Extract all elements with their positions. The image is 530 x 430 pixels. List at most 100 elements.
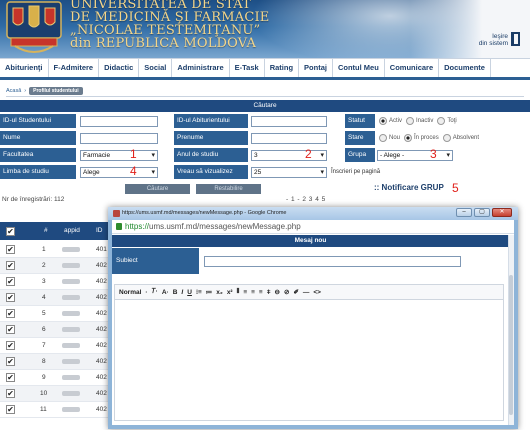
statut-toti-radio[interactable] bbox=[437, 117, 446, 125]
menu-item-e-task[interactable]: E-Task bbox=[230, 59, 265, 77]
table-row[interactable]: ✔ 4 402 bbox=[0, 290, 120, 306]
logout-icon[interactable] bbox=[511, 32, 520, 46]
appid-value bbox=[62, 295, 80, 300]
table-row[interactable]: ✔ 3 402 bbox=[0, 274, 120, 290]
main-menu: Abiturienţi F-Admitere Didactic Social A… bbox=[0, 58, 530, 80]
restabilire-button[interactable]: Restabilire bbox=[196, 184, 261, 194]
limba-de-studiu-select[interactable]: Alege bbox=[80, 167, 158, 178]
facultatea-select[interactable]: Farmacie bbox=[80, 150, 158, 161]
table-row[interactable]: ✔ 7 402 bbox=[0, 338, 120, 354]
cautare-button[interactable]: Căutare bbox=[125, 184, 190, 194]
popup-scrollbar[interactable] bbox=[508, 235, 514, 425]
strikethrough-icon[interactable]: ǂ bbox=[267, 289, 271, 296]
close-button[interactable]: ✕ bbox=[492, 208, 512, 217]
breadcrumb-home[interactable]: Acasă bbox=[6, 88, 21, 94]
stare-nou-label: Nou bbox=[389, 135, 401, 141]
row-checkbox[interactable]: ✔ bbox=[6, 245, 15, 254]
column-header-id[interactable]: ID bbox=[96, 222, 103, 240]
table-row[interactable]: ✔ 5 402 bbox=[0, 306, 120, 322]
minimize-button[interactable]: – bbox=[456, 208, 472, 217]
nume-input[interactable] bbox=[80, 133, 158, 144]
bold-icon[interactable]: B bbox=[173, 289, 178, 296]
statut-activ-radio[interactable] bbox=[379, 117, 387, 125]
notificare-grup-link[interactable]: :: Notificare GRUP bbox=[374, 183, 444, 192]
new-message-popup-window[interactable]: https://ums.usmf.md/messages/newMessage.… bbox=[108, 207, 518, 429]
records-per-page-select[interactable]: 25 bbox=[251, 167, 327, 178]
menu-item-abiturienti[interactable]: Abiturienţi bbox=[0, 59, 49, 77]
row-checkbox[interactable]: ✔ bbox=[6, 261, 15, 270]
table-row[interactable]: ✔ 1 401 bbox=[0, 242, 120, 258]
address-bar[interactable]: https://ums.usmf.md/messages/newMessage.… bbox=[112, 220, 514, 234]
id-abiturient-input[interactable] bbox=[251, 116, 327, 127]
row-checkbox[interactable]: ✔ bbox=[6, 309, 15, 318]
pagination[interactable]: - 1 - 2 3 4 5 bbox=[286, 196, 326, 203]
font-size-icon[interactable]: 𝑇· bbox=[152, 288, 158, 296]
row-checkbox[interactable]: ✔ bbox=[6, 389, 15, 398]
message-body-editor[interactable] bbox=[114, 300, 504, 421]
column-header-appid[interactable]: appid bbox=[64, 222, 80, 240]
link-icon[interactable]: ⊖ bbox=[275, 288, 280, 296]
id-student-input[interactable] bbox=[80, 116, 158, 127]
menu-item-social[interactable]: Social bbox=[139, 59, 173, 77]
row-number: 5 bbox=[42, 310, 46, 317]
table-row[interactable]: ✔ 6 402 bbox=[0, 322, 120, 338]
table-row[interactable]: ✔ 10 402 bbox=[0, 386, 120, 402]
menu-item-administrare[interactable]: Administrare bbox=[172, 59, 230, 77]
font-color-icon[interactable]: A· bbox=[162, 289, 169, 296]
ordered-list-icon[interactable]: ⁝≡ bbox=[196, 288, 202, 296]
align-left-icon[interactable]: ≡ bbox=[243, 289, 247, 296]
row-checkbox[interactable]: ✔ bbox=[6, 373, 15, 382]
logout-link[interactable]: Ieşire din sistem bbox=[479, 33, 508, 47]
subject-input[interactable] bbox=[204, 256, 461, 267]
align-center-icon[interactable]: ≡ bbox=[251, 289, 255, 296]
row-number: 11 bbox=[40, 406, 47, 413]
align-right-icon[interactable]: ≡ bbox=[259, 289, 263, 296]
grupa-select[interactable]: - Alege - bbox=[377, 150, 453, 161]
source-code-icon[interactable]: <> bbox=[313, 289, 321, 296]
row-checkbox[interactable]: ✔ bbox=[6, 405, 15, 414]
row-checkbox[interactable]: ✔ bbox=[6, 293, 15, 302]
format-select[interactable]: Normal bbox=[119, 289, 141, 296]
prenume-input[interactable] bbox=[251, 133, 327, 144]
superscript-icon[interactable]: x² bbox=[227, 289, 233, 296]
statut-inactiv-radio[interactable] bbox=[406, 117, 415, 125]
table-row[interactable]: ✔ 2 402 bbox=[0, 258, 120, 274]
stare-absolvent-radio[interactable] bbox=[442, 134, 451, 142]
row-checkbox[interactable]: ✔ bbox=[6, 357, 15, 366]
popup-scrollbar-thumb[interactable] bbox=[509, 275, 513, 415]
menu-item-f-admitere[interactable]: F-Admitere bbox=[49, 59, 100, 77]
stare-nou-radio[interactable] bbox=[379, 134, 387, 142]
id-value: 402 bbox=[96, 374, 107, 381]
italic-icon[interactable]: I bbox=[181, 289, 183, 296]
maximize-button[interactable]: ▢ bbox=[474, 208, 490, 217]
row-checkbox[interactable]: ✔ bbox=[6, 277, 15, 286]
horizontal-rule-icon[interactable]: — bbox=[303, 289, 310, 296]
table-row[interactable]: ✔ 9 402 bbox=[0, 370, 120, 386]
menu-item-didactic[interactable]: Didactic bbox=[99, 59, 140, 77]
menu-item-contul-meu[interactable]: Contul Meu bbox=[333, 59, 385, 77]
popup-titlebar[interactable]: https://ums.usmf.md/messages/newMessage.… bbox=[108, 207, 518, 220]
indent-icon[interactable]: ⫴ bbox=[237, 288, 240, 296]
subscript-icon[interactable]: x₂ bbox=[216, 289, 223, 296]
row-checkbox[interactable]: ✔ bbox=[6, 341, 15, 350]
menu-item-pontaj[interactable]: Pontaj bbox=[299, 59, 333, 77]
eraser-icon[interactable]: ✐ bbox=[293, 288, 298, 296]
id-value: 402 bbox=[96, 390, 107, 397]
row-number: 9 bbox=[42, 374, 46, 381]
stare-in-proces-radio[interactable] bbox=[404, 134, 413, 142]
select-all-checkbox[interactable]: ✔ bbox=[6, 227, 15, 236]
row-number: 1 bbox=[42, 246, 46, 253]
anul-de-studiu-select[interactable]: 3 bbox=[251, 150, 327, 161]
table-row[interactable]: ✔ 11 402 bbox=[0, 402, 120, 418]
label-limba-de-studiu: Limba de studiu bbox=[0, 165, 76, 179]
unordered-list-icon[interactable]: ≔ bbox=[206, 288, 213, 296]
underline-icon[interactable]: U bbox=[187, 289, 192, 296]
menu-item-comunicare[interactable]: Comunicare bbox=[385, 59, 440, 77]
menu-item-documente[interactable]: Documente bbox=[439, 59, 491, 77]
row-checkbox[interactable]: ✔ bbox=[6, 325, 15, 334]
table-row[interactable]: ✔ 8 402 bbox=[0, 354, 120, 370]
menu-item-rating[interactable]: Rating bbox=[265, 59, 300, 77]
university-logo[interactable] bbox=[5, 0, 63, 56]
annotation-2: 2 bbox=[305, 147, 312, 161]
unlink-icon[interactable]: ⊘ bbox=[284, 288, 289, 296]
